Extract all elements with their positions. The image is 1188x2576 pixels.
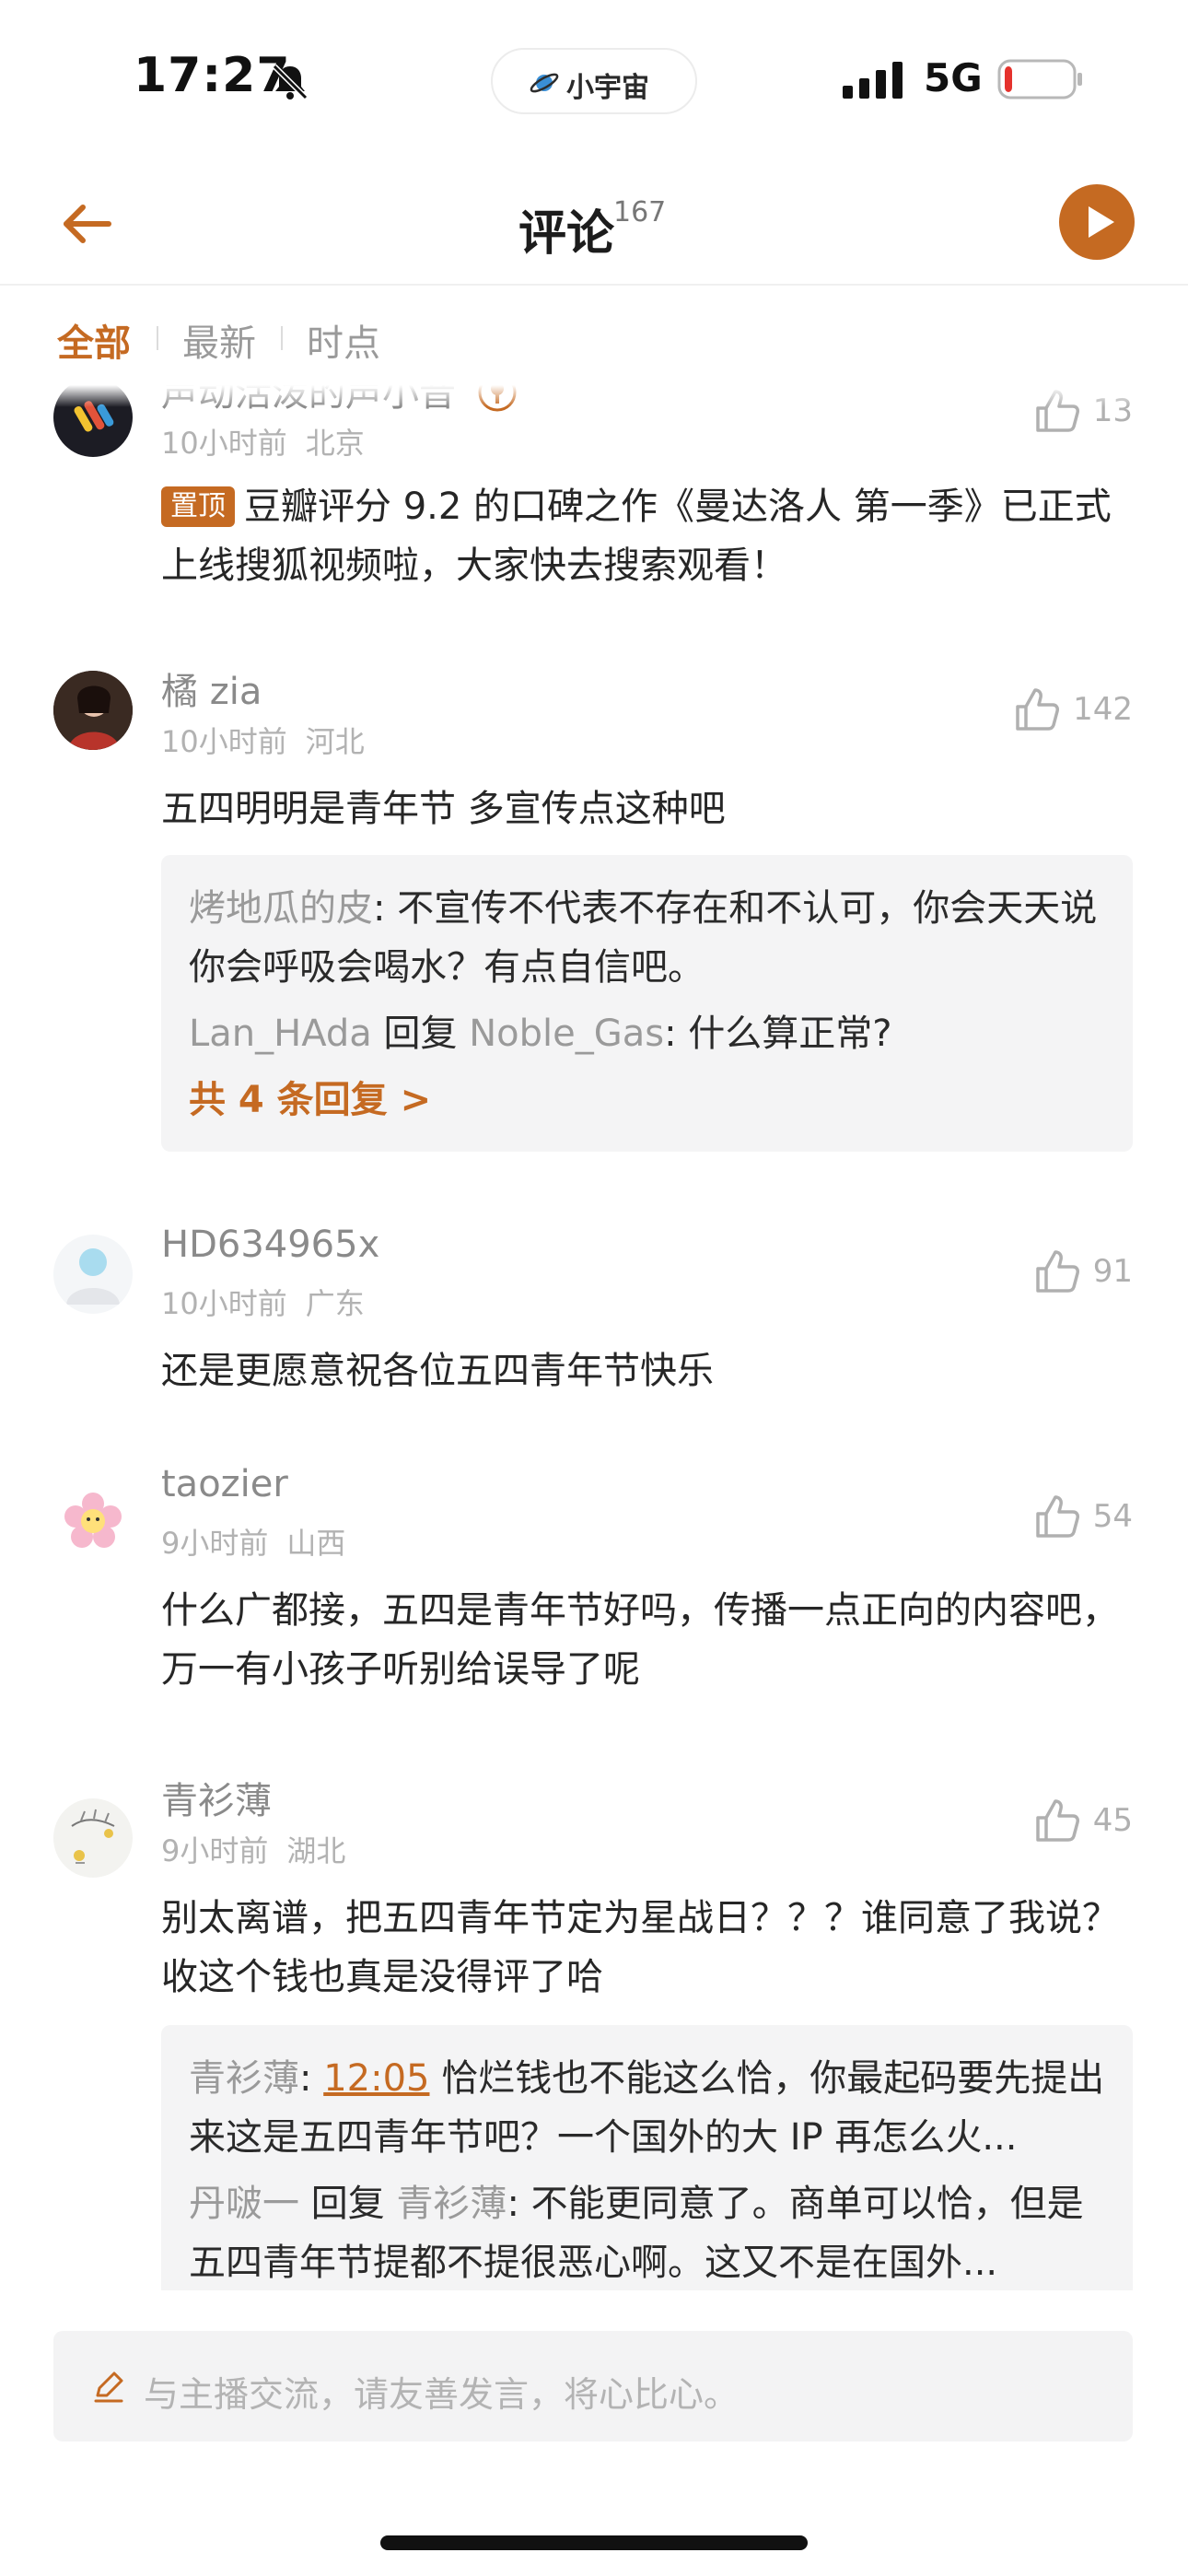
tab-latest[interactable]: 最新 <box>182 313 256 367</box>
flower-avatar-icon <box>64 1493 122 1548</box>
comment-time: 10小时前 <box>161 426 287 461</box>
nav-header: 评论 167 <box>0 161 1188 286</box>
comment-username[interactable]: 橘 zia <box>161 662 262 715</box>
reply-timestamp-link[interactable]: 12:05 <box>323 2057 429 2100</box>
tab-timestamps[interactable]: 时点 <box>307 313 380 367</box>
avatar-photo-icon <box>53 671 133 750</box>
reply-item: 青衫薄: 12:05 恰烂钱也不能这么恰，你最起码要先提出来这是五四青年节吧？一… <box>189 2057 1105 2159</box>
thumbs-up-icon <box>1035 1799 1079 1842</box>
ink-art-avatar-icon <box>71 1809 115 1864</box>
comment-text: 还是更愿意祝各位五四青年节快乐 <box>161 1350 714 1392</box>
comment-location: 河北 <box>305 724 365 759</box>
reply-username[interactable]: Lan_HAda <box>189 1013 372 1055</box>
comment-meta: 10小时前 广东 <box>161 1281 383 1323</box>
comment-location: 湖北 <box>286 1833 346 1868</box>
battery-icon <box>997 59 1082 100</box>
reply-target-username[interactable]: 青衫薄 <box>396 2183 507 2225</box>
comment-location: 山西 <box>286 1526 346 1561</box>
cellular-signal-icon <box>843 62 903 99</box>
list-top-fade <box>0 385 1188 407</box>
like-count: 142 <box>1073 691 1133 728</box>
like-count: 45 <box>1092 1802 1133 1839</box>
comment-text: 别太离谱，把五四青年节定为星战日？？？谁同意了我说？收这个钱也真是没得评了哈 <box>161 1897 1119 1998</box>
comment-meta: 9小时前 湖北 <box>161 1828 364 1870</box>
reply-target-username[interactable]: Noble_Gas <box>469 1013 664 1055</box>
planet-logo-icon <box>530 73 559 93</box>
comment-location: 广东 <box>305 1286 365 1321</box>
network-type: 5G <box>924 55 983 100</box>
thumbs-up-icon <box>1016 688 1060 731</box>
page-title: 评论 <box>518 206 615 262</box>
like-button[interactable]: 142 <box>1012 684 1133 735</box>
reply-preview-box[interactable]: 青衫薄: 12:05 恰烂钱也不能这么恰，你最起码要先提出来这是五四青年节吧？一… <box>161 2025 1133 2290</box>
comment-text: 置顶 豆瓣评分 9.2 的口碑之作《曼达洛人 第一季》已正式上线搜狐视频啦，大家快… <box>161 486 1112 587</box>
tab-all[interactable]: 全部 <box>57 313 131 367</box>
comment-username[interactable]: 青衫薄 <box>161 1771 272 1824</box>
bell-muted-icon <box>272 64 309 100</box>
status-bar: 17:27 小宇宙 5G <box>0 0 1188 161</box>
avatar[interactable] <box>53 1235 133 1314</box>
comment-input-placeholder: 与主播交流，请友善发言，将心比心。 <box>144 2374 740 2415</box>
reply-username[interactable]: 烤地瓜的皮 <box>189 887 373 930</box>
reply-preview-box[interactable]: 烤地瓜的皮: 不宣传不代表不存在和不认可，你会天天说你会呼吸会喝水？有点自信吧。… <box>161 855 1133 1152</box>
comment-meta: 10小时前 北京 <box>161 420 383 463</box>
thumbs-up-icon <box>1035 1250 1079 1293</box>
reply-item: Lan_HAda 回复 Noble_Gas: 什么算正常? <box>189 1013 892 1055</box>
like-button[interactable]: 91 <box>1032 1246 1133 1297</box>
like-count: 91 <box>1092 1253 1133 1290</box>
tab-divider <box>157 326 158 350</box>
comment-time: 9小时前 <box>161 1526 269 1561</box>
comment-composer-bar: 与主播交流，请友善发言，将心比心。 <box>0 2290 1188 2576</box>
comment-text: 五四明明是青年节 多宣传点这种吧 <box>161 788 726 830</box>
status-time: 17:27 <box>134 48 291 103</box>
comment-meta: 9小时前 山西 <box>161 1520 364 1563</box>
comment-count: 167 <box>613 196 667 228</box>
home-indicator[interactable] <box>380 2535 808 2550</box>
comment-username[interactable]: taozier <box>161 1463 288 1505</box>
avatar[interactable] <box>53 1481 133 1561</box>
filter-tabs: 全部 最新 时点 <box>0 286 1188 385</box>
comment-list[interactable]: 声动活泼的声小音 10小时前北京 13 置顶豆瓣评分 9.2 的口碑之作《曼达洛… <box>0 385 1188 2290</box>
like-count: 54 <box>1092 1498 1133 1535</box>
tab-divider <box>281 326 283 350</box>
back-arrow-icon[interactable] <box>55 196 120 252</box>
pen-icon <box>94 2371 123 2403</box>
reply-item: 丹啵一 回复 青衫薄: 不能更同意了。商单可以恰，但是五四青年节提都不提很恶心啊… <box>189 2183 1084 2284</box>
reply-username[interactable]: 青衫薄 <box>189 2057 299 2100</box>
view-more-replies-link[interactable]: 共 4 条回复 > <box>189 1071 1105 1130</box>
like-button[interactable]: 45 <box>1032 1795 1133 1846</box>
default-avatar-icon <box>66 1248 120 1305</box>
reply-username[interactable]: 丹啵一 <box>189 2183 299 2225</box>
comment-input[interactable]: 与主播交流，请友善发言，将心比心。 <box>53 2331 1133 2441</box>
play-icon <box>1089 206 1114 238</box>
comment-username[interactable]: HD634965x <box>161 1224 379 1266</box>
island-app-name: 小宇宙 <box>566 72 649 104</box>
like-button[interactable]: 54 <box>1032 1491 1133 1542</box>
avatar[interactable] <box>53 1798 133 1878</box>
comment-text: 什么广都接，五四是青年节好吗，传播一点正向的内容吧，万一有小孩子听别给误导了呢 <box>161 1589 1119 1691</box>
avatar[interactable] <box>53 671 133 750</box>
pinned-tag: 置顶 <box>161 486 235 527</box>
play-button[interactable] <box>1059 184 1135 260</box>
app-island-pill[interactable]: 小宇宙 <box>491 48 697 114</box>
comment-time: 9小时前 <box>161 1833 269 1868</box>
comment-location: 北京 <box>305 426 365 461</box>
reply-item: 烤地瓜的皮: 不宣传不代表不存在和不认可，你会天天说你会呼吸会喝水？有点自信吧。 <box>189 887 1098 989</box>
comment-meta: 10小时前 河北 <box>161 719 383 761</box>
comment-time: 10小时前 <box>161 1286 287 1321</box>
comment-time: 10小时前 <box>161 724 287 759</box>
thumbs-up-icon <box>1035 1495 1079 1538</box>
